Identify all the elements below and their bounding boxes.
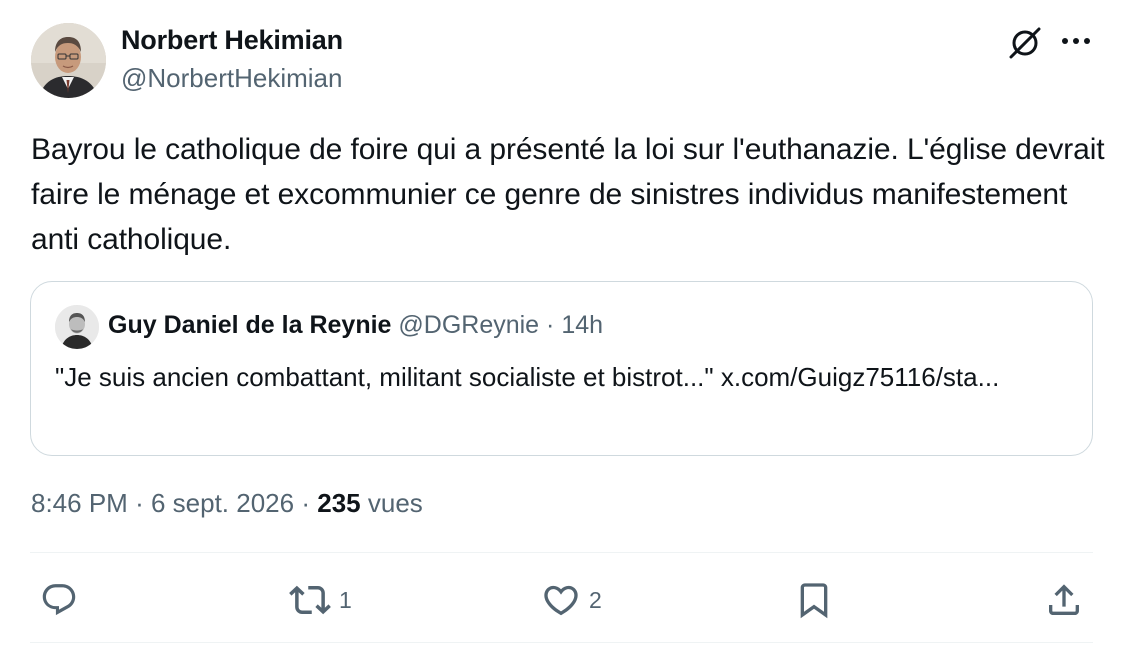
like-button[interactable]: 2 xyxy=(541,578,602,622)
views-count: 235 xyxy=(317,488,361,518)
views-label: vues xyxy=(367,488,423,518)
tweet: Norbert Hekimian @NorbertHekimian Bayrou… xyxy=(0,0,1123,645)
grok-icon[interactable] xyxy=(1006,24,1044,62)
reply-button[interactable] xyxy=(40,578,78,622)
author-handle[interactable]: @NorbertHekimian xyxy=(121,63,342,94)
quoted-author-name[interactable]: Guy Daniel de la Reynie xyxy=(108,311,391,339)
quoted-age[interactable]: 14h xyxy=(561,311,603,339)
retweet-button[interactable]: 1 xyxy=(289,578,352,622)
more-icon[interactable] xyxy=(1056,24,1096,58)
tweet-meta: 8:46 PM · 6 sept. 2026 · 235 vues xyxy=(31,488,423,519)
share-icon xyxy=(1049,584,1079,615)
quoted-tweet[interactable]: Guy Daniel de la Reynie @DGReynie · 14h … xyxy=(30,281,1093,456)
quoted-separator: · xyxy=(546,311,555,339)
heart-icon xyxy=(544,585,578,616)
author-name[interactable]: Norbert Hekimian xyxy=(121,25,343,56)
reply-icon xyxy=(42,584,76,616)
bookmark-button[interactable] xyxy=(794,578,834,622)
quoted-author-handle[interactable]: @DGReynie xyxy=(398,311,539,339)
tweet-date[interactable]: 6 sept. 2026 xyxy=(151,488,294,518)
quoted-header: Guy Daniel de la Reynie @DGReynie · 14h xyxy=(108,311,603,340)
retweet-count: 1 xyxy=(339,586,352,613)
retweet-icon xyxy=(289,585,331,615)
divider-bottom xyxy=(30,642,1093,643)
divider-top xyxy=(30,552,1093,553)
author-avatar[interactable] xyxy=(31,23,106,98)
share-button[interactable] xyxy=(1044,578,1084,622)
meta-separator: · xyxy=(301,488,310,518)
bookmark-icon xyxy=(800,583,828,619)
like-count: 2 xyxy=(589,586,602,613)
quoted-text: "Je suis ancien combattant, militant soc… xyxy=(55,362,1000,392)
quoted-author-avatar[interactable] xyxy=(55,305,99,349)
tweet-time[interactable]: 8:46 PM xyxy=(31,488,128,518)
meta-separator: · xyxy=(135,488,144,518)
tweet-text: Bayrou le catholique de foire qui a prés… xyxy=(31,133,1105,256)
